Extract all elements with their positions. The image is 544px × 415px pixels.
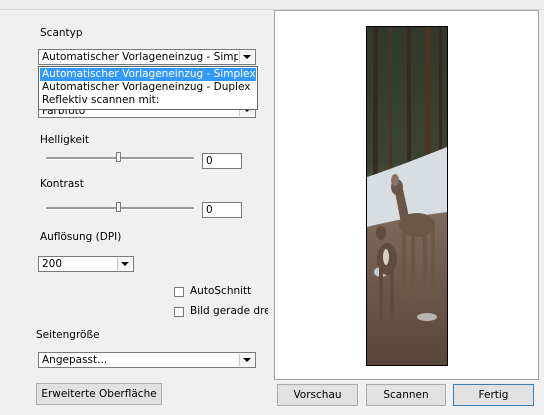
autocrop-checkbox[interactable] xyxy=(174,287,184,297)
contrast-input[interactable]: 0 xyxy=(202,202,242,218)
scan-type-dropdown[interactable]: Automatischer Vorlageneinzug - Simplex A… xyxy=(38,66,258,110)
advanced-interface-button[interactable]: Erweiterte Oberfläche xyxy=(36,383,162,405)
page-size-value: Angepasst... xyxy=(42,354,108,366)
scan-type-value: Automatischer Vorlageneinzug - Simpl xyxy=(42,51,238,63)
page-size-combo[interactable]: Angepasst... xyxy=(38,352,256,368)
page-size-label: Seitengröße xyxy=(36,329,100,341)
deer-photo xyxy=(367,27,447,365)
dropdown-option-simplex[interactable]: Automatischer Vorlageneinzug - Simplex xyxy=(40,68,256,81)
dropdown-option-duplex[interactable]: Automatischer Vorlageneinzug - Duplex xyxy=(40,81,256,94)
preview-area xyxy=(274,10,539,380)
brightness-label: Helligkeit xyxy=(40,134,89,146)
contrast-slider-thumb[interactable] xyxy=(116,202,121,212)
preview-image xyxy=(366,26,448,366)
scan-type-label: Scantyp xyxy=(40,27,83,39)
contrast-label: Kontrast xyxy=(40,178,84,190)
deskew-checkbox[interactable] xyxy=(174,307,184,317)
chevron-down-icon[interactable] xyxy=(239,51,254,63)
resolution-label: Auflösung (DPI) xyxy=(40,231,122,243)
chevron-down-icon[interactable] xyxy=(239,354,254,366)
brightness-slider-thumb[interactable] xyxy=(116,152,121,162)
done-button[interactable]: Fertig xyxy=(453,384,534,406)
deskew-label: Bild gerade dre xyxy=(190,305,268,317)
scan-type-combo[interactable]: Automatischer Vorlageneinzug - Simpl xyxy=(38,49,256,65)
resolution-value: 200 xyxy=(42,258,63,270)
preview-button[interactable]: Vorschau xyxy=(277,384,358,406)
window-top-strip xyxy=(0,0,544,10)
resolution-combo[interactable]: 200 xyxy=(38,256,134,272)
dropdown-option-reflective[interactable]: Reflektiv scannen mit: xyxy=(40,94,256,107)
brightness-input[interactable]: 0 xyxy=(202,153,242,169)
chevron-down-icon[interactable] xyxy=(117,258,132,270)
autocrop-label: AutoSchnitt xyxy=(190,285,252,297)
scan-button[interactable]: Scannen xyxy=(366,384,446,406)
